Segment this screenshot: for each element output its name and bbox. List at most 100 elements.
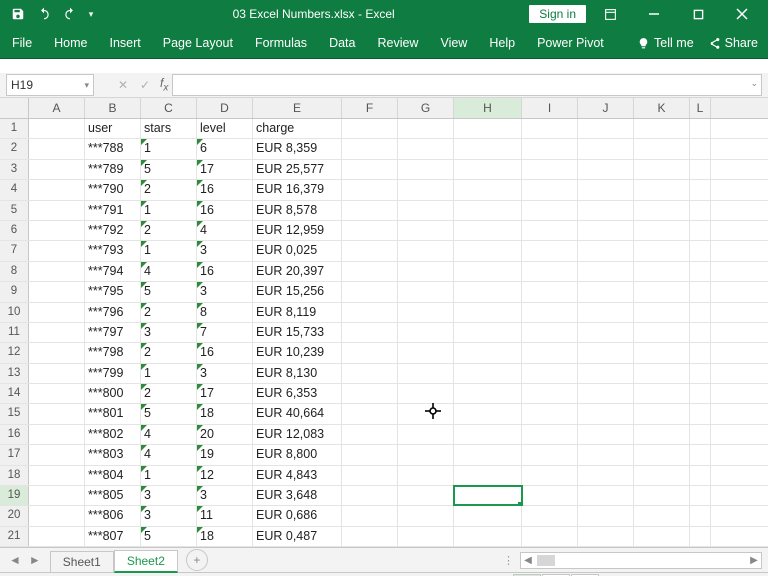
cell[interactable] <box>522 262 578 281</box>
tab-page-layout[interactable]: Page Layout <box>161 32 235 54</box>
cell[interactable] <box>522 404 578 423</box>
row-header[interactable]: 9 <box>0 282 29 301</box>
cell[interactable]: 17 <box>197 384 253 403</box>
cell[interactable] <box>342 201 398 220</box>
cell[interactable] <box>398 506 454 525</box>
cell[interactable] <box>29 486 85 505</box>
cell[interactable]: ***801 <box>85 404 141 423</box>
cell[interactable] <box>398 201 454 220</box>
col-header-k[interactable]: K <box>634 98 690 118</box>
cell[interactable] <box>690 160 711 179</box>
cell[interactable] <box>522 180 578 199</box>
cell[interactable]: 1 <box>141 241 197 260</box>
cell[interactable]: EUR 20,397 <box>253 262 342 281</box>
cell[interactable]: 1 <box>141 139 197 158</box>
close-icon[interactable] <box>722 0 762 28</box>
cell[interactable]: EUR 12,959 <box>253 221 342 240</box>
cell[interactable] <box>342 364 398 383</box>
cell[interactable] <box>398 384 454 403</box>
cell[interactable] <box>690 241 711 260</box>
cell[interactable] <box>634 221 690 240</box>
row-header[interactable]: 8 <box>0 262 29 281</box>
row-header[interactable]: 12 <box>0 343 29 362</box>
horizontal-scrollbar[interactable]: ◀▶ <box>520 552 762 569</box>
row-header[interactable]: 4 <box>0 180 29 199</box>
col-header-h[interactable]: H <box>454 98 522 118</box>
cell[interactable] <box>454 527 522 546</box>
cell[interactable] <box>398 160 454 179</box>
cell[interactable]: ***797 <box>85 323 141 342</box>
cell[interactable] <box>342 527 398 546</box>
cell[interactable] <box>522 486 578 505</box>
cell[interactable]: stars <box>141 119 197 138</box>
cell[interactable] <box>398 343 454 362</box>
cell[interactable]: ***792 <box>85 221 141 240</box>
cell[interactable] <box>690 425 711 444</box>
cell[interactable] <box>398 404 454 423</box>
cell[interactable] <box>690 303 711 322</box>
cell[interactable]: 7 <box>197 323 253 342</box>
formula-bar[interactable]: ⌄ <box>172 74 762 96</box>
cell[interactable] <box>454 262 522 281</box>
cell[interactable] <box>522 466 578 485</box>
cell[interactable] <box>342 486 398 505</box>
cell[interactable]: EUR 8,130 <box>253 364 342 383</box>
cell[interactable] <box>454 364 522 383</box>
cell[interactable] <box>29 425 85 444</box>
cell[interactable]: ***790 <box>85 180 141 199</box>
cell[interactable] <box>342 241 398 260</box>
cell[interactable] <box>398 262 454 281</box>
cell[interactable]: 3 <box>141 486 197 505</box>
cell[interactable] <box>29 201 85 220</box>
cell[interactable] <box>342 506 398 525</box>
cell[interactable] <box>342 445 398 464</box>
cell[interactable] <box>342 139 398 158</box>
col-header-e[interactable]: E <box>253 98 342 118</box>
row-header[interactable]: 19 <box>0 486 29 505</box>
cell[interactable] <box>454 486 522 505</box>
name-box[interactable]: H19▾ <box>6 74 94 96</box>
cell[interactable]: ***795 <box>85 282 141 301</box>
cell[interactable] <box>578 282 634 301</box>
cell[interactable]: 3 <box>197 486 253 505</box>
cell[interactable] <box>454 160 522 179</box>
save-icon[interactable] <box>6 3 30 25</box>
cell[interactable]: 16 <box>197 262 253 281</box>
row-header[interactable]: 21 <box>0 527 29 546</box>
row-header[interactable]: 11 <box>0 323 29 342</box>
cell[interactable] <box>578 506 634 525</box>
tab-view[interactable]: View <box>438 32 469 54</box>
cell[interactable] <box>454 384 522 403</box>
cell[interactable] <box>690 486 711 505</box>
cell[interactable]: 2 <box>141 221 197 240</box>
cell[interactable] <box>29 241 85 260</box>
col-header-f[interactable]: F <box>342 98 398 118</box>
expand-formula-icon[interactable]: ⌄ <box>750 78 758 89</box>
tab-help[interactable]: Help <box>487 32 517 54</box>
cell[interactable] <box>454 119 522 138</box>
cell[interactable] <box>29 445 85 464</box>
tab-home[interactable]: Home <box>52 32 89 54</box>
cell[interactable] <box>634 282 690 301</box>
cell[interactable]: 2 <box>141 303 197 322</box>
cell[interactable]: EUR 4,843 <box>253 466 342 485</box>
row-header[interactable]: 13 <box>0 364 29 383</box>
cell[interactable] <box>690 201 711 220</box>
cell[interactable] <box>634 506 690 525</box>
cell[interactable] <box>454 282 522 301</box>
cell[interactable] <box>398 466 454 485</box>
cell[interactable]: 18 <box>197 404 253 423</box>
col-header-d[interactable]: D <box>197 98 253 118</box>
cell[interactable] <box>398 221 454 240</box>
cell[interactable] <box>398 323 454 342</box>
cell[interactable] <box>634 466 690 485</box>
cell[interactable] <box>342 180 398 199</box>
cell[interactable] <box>578 466 634 485</box>
cell[interactable]: ***803 <box>85 445 141 464</box>
cell[interactable] <box>29 180 85 199</box>
cell[interactable] <box>690 262 711 281</box>
cell[interactable]: EUR 6,353 <box>253 384 342 403</box>
cell[interactable] <box>398 119 454 138</box>
cell[interactable] <box>690 323 711 342</box>
cell[interactable] <box>634 364 690 383</box>
